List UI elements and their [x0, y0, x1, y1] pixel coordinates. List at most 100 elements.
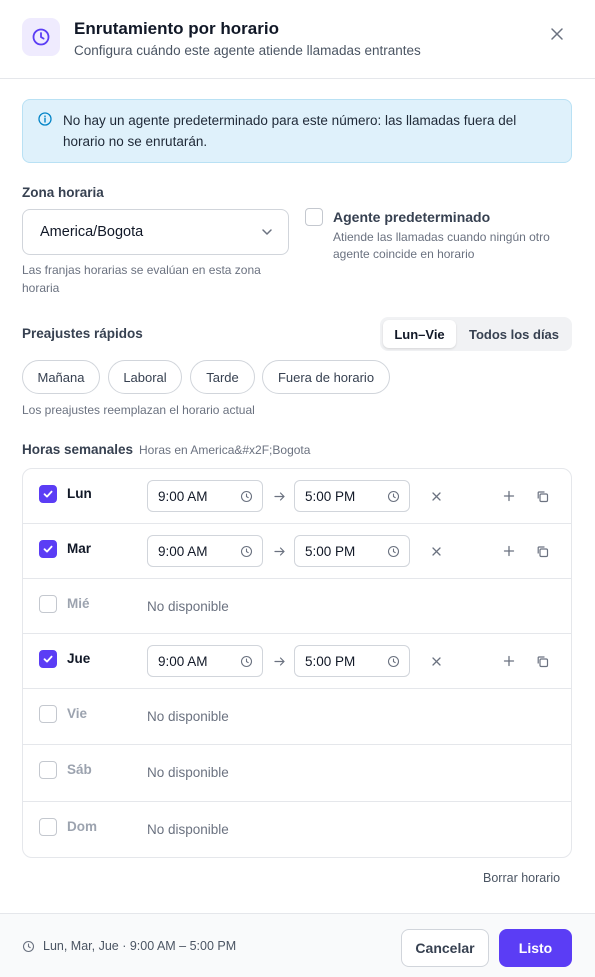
day-label-mie: Mié	[67, 596, 90, 611]
unavailable-text: No disponible	[147, 599, 229, 614]
close-icon	[431, 491, 441, 501]
dialog-subtitle: Configura cuándo este agente atiende lla…	[74, 43, 421, 58]
add-slot-button-mar[interactable]	[498, 540, 520, 562]
preset-chip-business[interactable]: Laboral	[108, 360, 182, 394]
done-button[interactable]: Listo	[499, 929, 572, 967]
check-icon	[43, 490, 53, 498]
check-icon	[43, 545, 53, 553]
clear-schedule-button[interactable]: Borrar horario	[483, 871, 560, 885]
timezone-hint: Las franjas horarias se evalúan en esta …	[22, 263, 261, 295]
end-time-input-lun[interactable]: 5:00 PM	[294, 480, 410, 512]
day-checkbox-dom[interactable]	[39, 818, 57, 836]
close-icon	[551, 28, 563, 40]
clock-icon	[387, 545, 400, 558]
preset-chip-morning[interactable]: Mañana	[22, 360, 100, 394]
schedule-row-vie: Vie No disponible	[23, 689, 571, 745]
schedule-row-dom: Dom No disponible	[23, 802, 571, 857]
remove-slot-button-jue[interactable]	[425, 650, 447, 672]
presets-label: Preajustes rápidos	[22, 326, 143, 341]
dialog-title: Enrutamiento por horario	[74, 19, 279, 38]
clock-icon	[240, 490, 253, 503]
arrow-right-icon	[274, 547, 285, 556]
day-checkbox-vie[interactable]	[39, 705, 57, 723]
unavailable-text: No disponible	[147, 822, 229, 837]
close-button[interactable]	[545, 22, 569, 46]
weekly-hours-subtitle: Horas en America&#x2F;Bogota	[139, 443, 311, 457]
start-time-input-lun[interactable]: 9:00 AM	[147, 480, 263, 512]
start-time-value: 9:00 AM	[158, 544, 208, 559]
unavailable-text: No disponible	[147, 709, 229, 724]
start-time-value: 9:00 AM	[158, 489, 208, 504]
end-time-value: 5:00 PM	[305, 544, 356, 559]
chevron-down-icon	[262, 229, 272, 235]
arrow-right-icon	[274, 657, 285, 666]
segment-weekdays[interactable]: Lun–Vie	[383, 320, 456, 348]
schedule-row-jue: Jue 9:00 AM 5:00 PM	[23, 634, 571, 689]
timezone-select[interactable]: America/Bogota	[22, 209, 289, 255]
add-slot-button-jue[interactable]	[498, 650, 520, 672]
timezone-label: Zona horaria	[22, 185, 104, 200]
clock-icon	[22, 940, 35, 953]
cancel-button[interactable]: Cancelar	[401, 929, 489, 967]
day-checkbox-lun[interactable]	[39, 485, 57, 503]
add-slot-button-lun[interactable]	[498, 485, 520, 507]
copy-day-button-lun[interactable]	[531, 485, 553, 507]
day-label-sab: Sáb	[67, 762, 92, 777]
clock-icon	[240, 545, 253, 558]
default-agent-description: Atiende las llamadas cuando ningún otro …	[333, 230, 550, 261]
arrow-right-icon	[274, 492, 285, 501]
plus-icon	[503, 655, 515, 667]
info-text: No hay un agente predeterminado para est…	[63, 113, 517, 149]
preset-chip-after-hours[interactable]: Fuera de horario	[262, 360, 390, 394]
remove-slot-button-lun[interactable]	[425, 485, 447, 507]
schedule-table: Lun 9:00 AM 5:00 PM Mar 9:00 AM 5:00 PM	[22, 468, 572, 858]
day-checkbox-mar[interactable]	[39, 540, 57, 558]
copy-icon	[537, 545, 548, 557]
remove-slot-button-mar[interactable]	[425, 540, 447, 562]
copy-icon	[537, 490, 548, 502]
schedule-row-sab: Sáb No disponible	[23, 745, 571, 802]
day-checkbox-jue[interactable]	[39, 650, 57, 668]
schedule-row-lun: Lun 9:00 AM 5:00 PM	[23, 469, 571, 524]
unavailable-text: No disponible	[147, 765, 229, 780]
plus-icon	[503, 545, 515, 557]
info-icon	[38, 112, 52, 126]
schedule-summary: Lun, Mar, Jue · 9:00 AM – 5:00 PM	[43, 939, 237, 953]
copy-icon	[537, 655, 548, 667]
start-time-input-jue[interactable]: 9:00 AM	[147, 645, 263, 677]
end-time-input-jue[interactable]: 5:00 PM	[294, 645, 410, 677]
dialog-footer: Lun, Mar, Jue · 9:00 AM – 5:00 PM Cancel…	[0, 913, 595, 977]
close-icon	[431, 656, 441, 666]
preset-chip-afternoon[interactable]: Tarde	[190, 360, 255, 394]
day-label-dom: Dom	[67, 819, 97, 834]
schedule-row-mar: Mar 9:00 AM 5:00 PM	[23, 524, 571, 579]
day-label-jue: Jue	[67, 651, 91, 666]
dialog-header: Enrutamiento por horario Configura cuánd…	[0, 0, 595, 79]
clock-icon	[240, 655, 253, 668]
day-checkbox-sab[interactable]	[39, 761, 57, 779]
copy-day-button-jue[interactable]	[531, 650, 553, 672]
preset-segmented-control: Lun–Vie Todos los días	[380, 317, 572, 351]
info-banner: No hay un agente predeterminado para est…	[22, 99, 572, 163]
end-time-value: 5:00 PM	[305, 654, 356, 669]
copy-day-button-mar[interactable]	[531, 540, 553, 562]
clock-icon	[387, 655, 400, 668]
plus-icon	[503, 490, 515, 502]
day-checkbox-mie[interactable]	[39, 595, 57, 613]
close-icon	[431, 546, 441, 556]
start-time-input-mar[interactable]: 9:00 AM	[147, 535, 263, 567]
schedule-row-mie: Mié No disponible	[23, 579, 571, 634]
default-agent-title: Agente predeterminado	[333, 209, 491, 225]
day-label-lun: Lun	[67, 486, 92, 501]
presets-hint: Los preajustes reemplazan el horario act…	[22, 403, 255, 417]
default-agent-checkbox[interactable]	[305, 208, 323, 226]
weekly-hours-label: Horas semanales	[22, 442, 134, 457]
check-icon	[43, 655, 53, 663]
end-time-input-mar[interactable]: 5:00 PM	[294, 535, 410, 567]
segment-every-day[interactable]: Todos los días	[459, 320, 569, 348]
start-time-value: 9:00 AM	[158, 654, 208, 669]
clock-icon	[22, 18, 60, 56]
day-label-vie: Vie	[67, 706, 88, 721]
end-time-value: 5:00 PM	[305, 489, 356, 504]
clock-icon	[387, 490, 400, 503]
